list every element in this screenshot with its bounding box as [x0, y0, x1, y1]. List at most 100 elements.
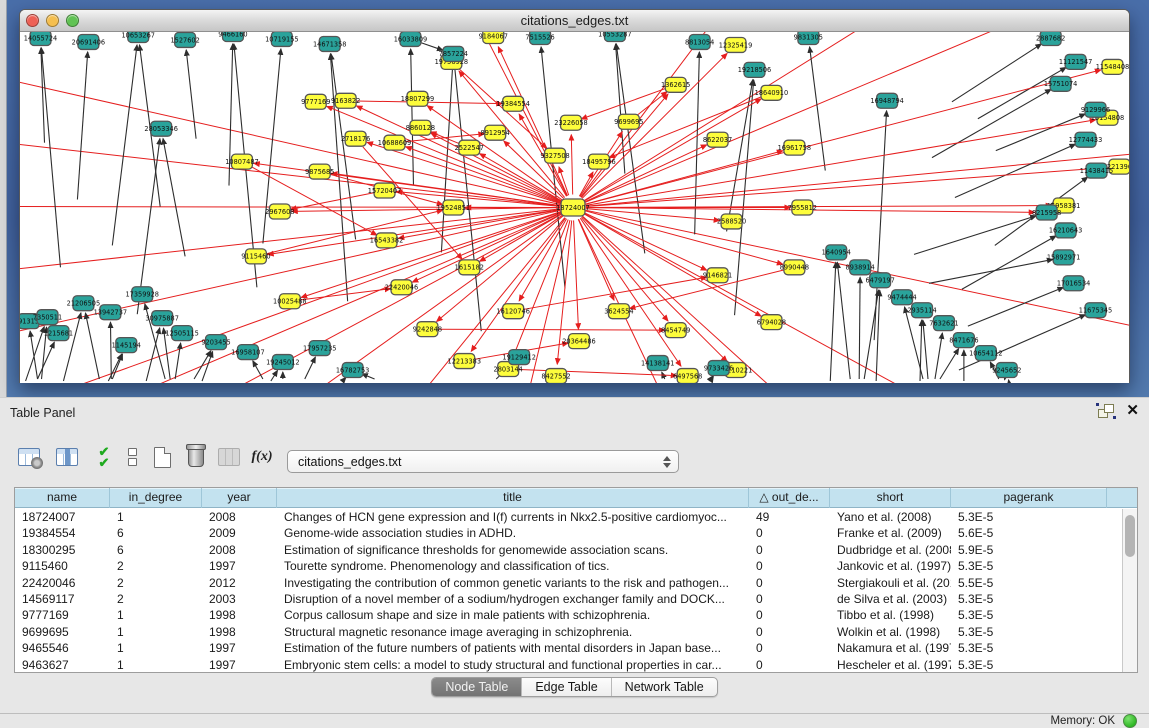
graph-node[interactable]: 11121547 — [1059, 54, 1092, 69]
graph-node[interactable]: 12325419 — [719, 37, 752, 52]
graph-node[interactable]: 8938914 — [846, 260, 875, 275]
table-settings-button[interactable] — [16, 444, 42, 470]
window-titlebar[interactable]: citations_edges.txt — [20, 10, 1129, 32]
graph-node[interactable]: 16543382 — [370, 233, 403, 248]
column-header-short[interactable]: short — [830, 488, 951, 508]
graph-node[interactable]: 11548408 — [1096, 59, 1129, 74]
scrollbar-thumb[interactable] — [1125, 515, 1135, 557]
table-row[interactable]: 969969511998Structural magnetic resonanc… — [15, 624, 1107, 640]
graph-node[interactable]: 9146821 — [703, 268, 732, 283]
graph-node[interactable]: 1615182 — [455, 260, 484, 275]
graph-node[interactable]: 20364486 — [562, 334, 595, 349]
graph-node[interactable]: 10653267 — [122, 32, 155, 42]
table-row[interactable]: 1456911722003Disruption of a novel membe… — [15, 591, 1107, 607]
graph-node[interactable]: 2967608 — [265, 204, 294, 219]
graph-node[interactable]: 17957235 — [303, 341, 336, 356]
graph-node[interactable]: 10553287 — [598, 32, 631, 41]
graph-node[interactable]: 17359928 — [125, 287, 158, 302]
graph-node[interactable]: 14055724 — [24, 32, 57, 45]
graph-node[interactable]: 8427552 — [541, 369, 570, 383]
column-header-year[interactable]: year — [202, 488, 277, 508]
column-header-title[interactable]: title — [277, 488, 749, 508]
table-row[interactable]: 2242004622012Investigating the contribut… — [15, 575, 1107, 591]
float-panel-icon[interactable] — [1098, 404, 1114, 418]
network-view-window[interactable]: citations_edges.txt 18724007842755228031… — [19, 9, 1130, 383]
graph-node[interactable]: 9327508 — [540, 148, 569, 163]
graph-node[interactable]: 9831305 — [794, 32, 823, 44]
graph-node[interactable]: 9129966 — [1081, 102, 1110, 117]
graph-node[interactable]: 6479197 — [865, 273, 894, 288]
row-height-button[interactable] — [119, 444, 145, 470]
graph-node[interactable]: 3624554 — [604, 304, 633, 319]
graph-node[interactable]: 10025488 — [273, 294, 306, 309]
graph-node[interactable]: 9184067 — [479, 32, 508, 43]
graph-node[interactable]: 8813054 — [685, 34, 714, 49]
column-header-outde[interactable]: △ out_de... — [749, 488, 830, 508]
graph-node[interactable]: 16948794 — [870, 93, 903, 108]
graph-node[interactable]: 9474444 — [887, 290, 916, 305]
table-selector-dropdown[interactable]: citations_edges.txt — [287, 450, 679, 473]
column-header-indegree[interactable]: in_degree — [110, 488, 202, 508]
graph-node[interactable]: 9163822 — [331, 93, 360, 108]
graph-node[interactable]: 16033809 — [394, 32, 427, 46]
table-row[interactable]: 911546021997Tourette syndrome. Phenomeno… — [15, 558, 1107, 574]
select-all-columns-button[interactable]: ✔✔ — [90, 444, 116, 470]
close-panel-icon[interactable]: ✕ — [1126, 404, 1139, 418]
graph-node[interactable]: 1527602 — [170, 32, 199, 47]
graph-node[interactable]: 9245652 — [992, 363, 1021, 378]
graph-node[interactable]: 16958107 — [231, 345, 264, 360]
graph-node[interactable]: 12505115 — [165, 326, 198, 341]
graph-node[interactable]: 2522547 — [455, 140, 484, 155]
graph-node[interactable]: 18495796 — [582, 154, 615, 169]
graph-node[interactable]: 7515526 — [525, 32, 554, 44]
graph-node[interactable]: 2887682 — [1036, 32, 1065, 45]
graph-node[interactable]: 1145194 — [112, 338, 141, 353]
graph-node[interactable]: 19384554 — [496, 96, 529, 111]
graph-node[interactable]: 8471676 — [949, 333, 978, 348]
graph-node[interactable]: 8860128 — [406, 120, 435, 135]
table-row[interactable]: 1830029562008Estimation of significance … — [15, 542, 1107, 558]
delete-column-button[interactable] — [183, 444, 209, 470]
graph-node[interactable]: 9115460 — [241, 249, 270, 264]
graph-node[interactable]: 1362615 — [661, 77, 690, 92]
tab-edge-table[interactable]: Edge Table — [522, 678, 611, 696]
new-column-button[interactable] — [149, 444, 175, 470]
graph-node[interactable]: 10719155 — [265, 32, 298, 46]
graph-node[interactable]: 19524851 — [437, 200, 470, 215]
table-row[interactable]: 946554611997Estimation of the future num… — [15, 640, 1107, 656]
graph-node[interactable]: 9203455 — [201, 335, 230, 350]
graph-node[interactable]: 7350511 — [33, 310, 62, 325]
graph-node[interactable]: 14671358 — [313, 36, 346, 51]
graph-node[interactable]: 9777169 — [301, 94, 330, 109]
graph-node[interactable]: 7857224 — [439, 46, 468, 61]
show-columns-button[interactable] — [54, 444, 80, 470]
graph-node[interactable]: 8912954 — [481, 125, 510, 140]
table-row[interactable]: 1872400712008Changes of HCN gene express… — [15, 509, 1107, 525]
table-row[interactable]: 946362711997Embryonic stem cells: a mode… — [15, 657, 1107, 672]
graph-node[interactable]: 7632621 — [929, 316, 958, 331]
graph-node[interactable]: 18640910 — [755, 85, 788, 100]
graph-node[interactable]: 15892971 — [1047, 250, 1080, 265]
graph-hub-node[interactable]: 18724007 — [556, 199, 589, 216]
tab-node-table[interactable]: Node Table — [432, 678, 522, 696]
graph-node[interactable]: 6497568 — [673, 369, 702, 383]
graph-node[interactable]: 2935114 — [907, 303, 936, 318]
graph-node[interactable]: 15751074 — [1044, 76, 1077, 91]
graph-node[interactable]: 19218506 — [738, 62, 771, 77]
graph-node[interactable]: 1640954 — [822, 245, 851, 260]
graph-node[interactable]: 9699695 — [614, 114, 643, 129]
graph-node[interactable]: 16210643 — [1049, 223, 1082, 238]
graph-node[interactable]: 23226058 — [554, 115, 587, 130]
graph-node[interactable]: 18807299 — [401, 91, 434, 106]
graph-node[interactable]: 1215681 — [44, 326, 73, 341]
graph-node[interactable]: 16120746 — [496, 304, 529, 319]
graph-node[interactable]: 6794028 — [757, 315, 786, 330]
graph-node[interactable]: 8622037 — [703, 132, 732, 147]
column-header-pagerank[interactable]: pagerank — [951, 488, 1107, 508]
graph-node[interactable]: 8215958 — [1032, 205, 1061, 220]
graph-node[interactable]: 14138141 — [641, 356, 674, 371]
graph-node[interactable]: 2588520 — [717, 214, 746, 229]
graph-node[interactable]: 20691406 — [72, 34, 105, 49]
graph-node[interactable]: 8990448 — [780, 260, 809, 275]
graph-node[interactable]: 7955812 — [788, 200, 817, 215]
